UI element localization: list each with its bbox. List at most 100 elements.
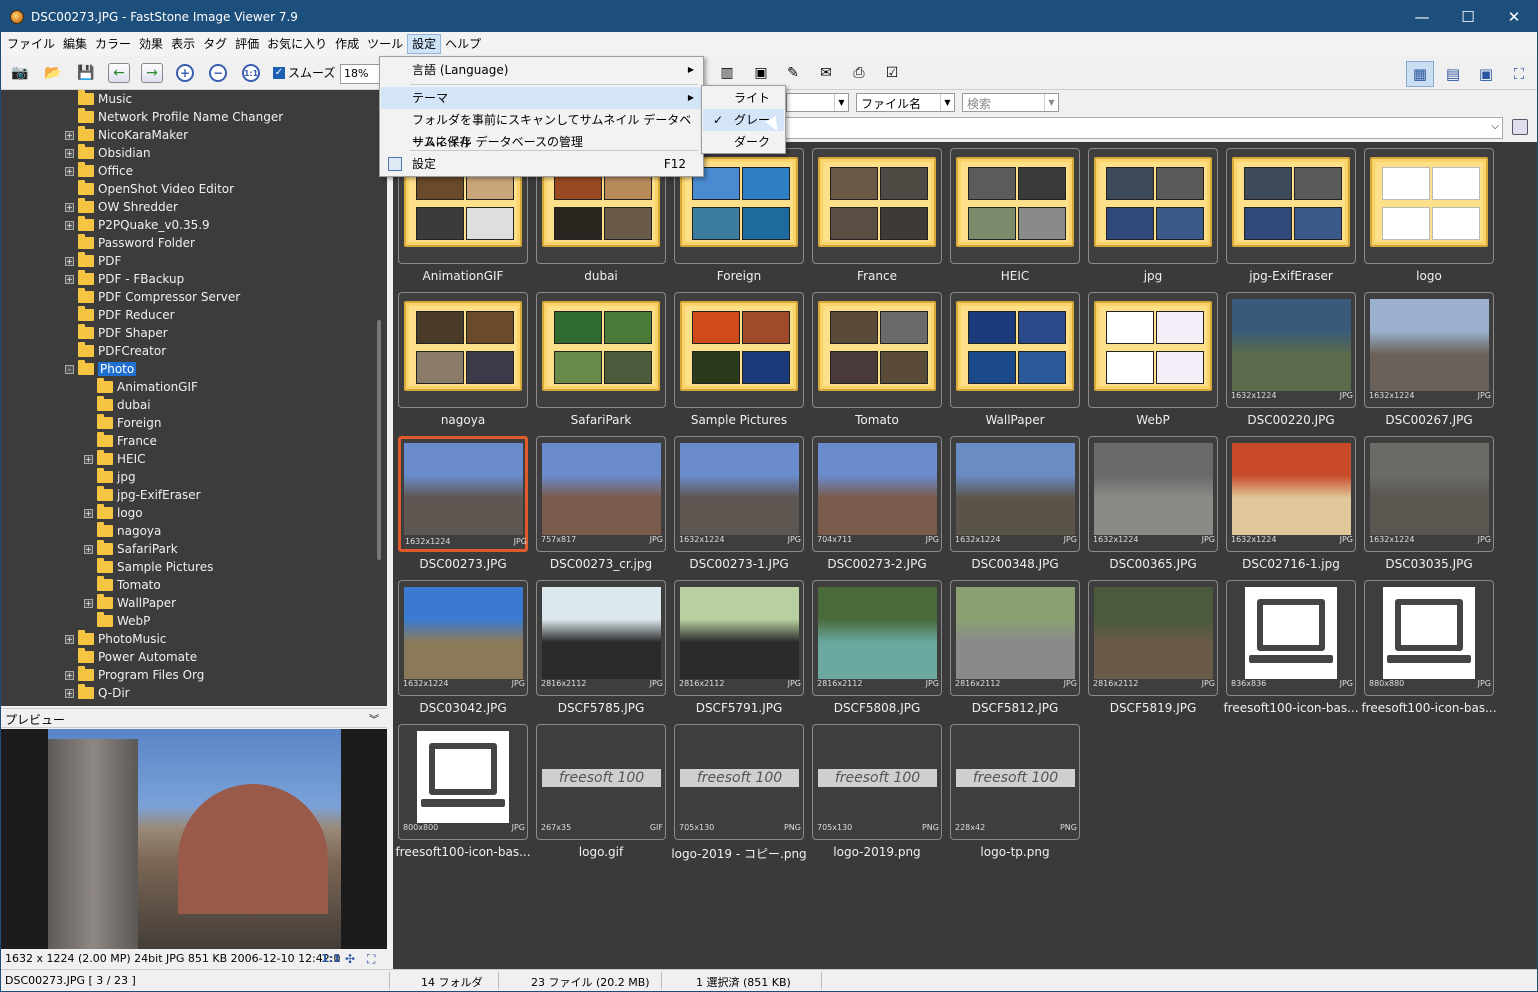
menu-11[interactable]: ヘルプ <box>441 34 485 54</box>
tree-item-obsidian[interactable]: + Obsidian <box>65 144 151 162</box>
thumbnail-frame[interactable] <box>1088 148 1218 264</box>
thumbnail-frame[interactable] <box>536 292 666 408</box>
thumbnail-frame[interactable]: 2816x2112 JPG <box>812 580 942 696</box>
menu-1[interactable]: 編集 <box>59 34 91 54</box>
menu-3[interactable]: 効果 <box>135 34 167 54</box>
expander-icon[interactable]: + <box>84 544 93 554</box>
slideshow-icon[interactable]: ▣ <box>750 63 772 83</box>
tree-item-pdf[interactable]: + PDF <box>65 252 121 270</box>
thumbnail-item[interactable]: 800x800 JPG freesoft100-icon-bas... <box>395 724 536 868</box>
tree-item-dubai[interactable]: dubai <box>84 396 151 414</box>
open-folder-icon[interactable]: 📂 <box>42 63 64 83</box>
thumbnail-frame[interactable]: 1632x1224 JPG <box>1364 292 1494 408</box>
thumbnail-frame[interactable]: 1632x1224 JPG <box>398 436 528 552</box>
thumbnail-item[interactable]: 2816x2112 JPG DSCF5791.JPG <box>674 580 812 724</box>
expander-icon[interactable]: - <box>65 364 74 374</box>
zoom-in-icon[interactable]: + <box>176 64 194 82</box>
close-button[interactable]: ✕ <box>1491 1 1537 32</box>
thumbnail-item[interactable]: 2816x2112 JPG DSCF5785.JPG <box>536 580 674 724</box>
minimize-button[interactable]: — <box>1399 1 1445 32</box>
tree-item-logo[interactable]: + logo <box>84 504 143 522</box>
tree-item-nicokaramaker[interactable]: + NicoKaraMaker <box>65 126 188 144</box>
thumbnail-frame[interactable]: 2816x2112 JPG <box>536 580 666 696</box>
thumbnail-item[interactable]: freesoft 100 705x130 PNG logo-2019.png <box>812 724 950 868</box>
thumbnail-frame[interactable]: 2816x2112 JPG <box>674 580 804 696</box>
thumbnail-item[interactable]: jpg <box>1088 148 1226 292</box>
sort-dropdown[interactable]: ファイル名 ▼ <box>856 93 955 112</box>
thumbnail-item[interactable]: WallPaper <box>950 292 1088 436</box>
thumbnail-item[interactable]: 2816x2112 JPG DSCF5808.JPG <box>812 580 950 724</box>
thumbnail-frame[interactable]: 880x880 JPG <box>1364 580 1494 696</box>
tree-item-tomato[interactable]: Tomato <box>84 576 161 594</box>
thumbnail-frame[interactable]: freesoft 100 705x130 PNG <box>812 724 942 840</box>
expander-icon[interactable]: + <box>65 256 74 266</box>
menu-8[interactable]: 作成 <box>331 34 363 54</box>
thumbnail-item[interactable]: 757x817 JPG DSC00273_cr.jpg <box>536 436 674 580</box>
thumbnail-item[interactable]: 1632x1224 JPG DSC03035.JPG <box>1364 436 1502 580</box>
path-combobox[interactable]: ⌵ <box>785 117 1503 139</box>
thumbnail-frame[interactable] <box>1088 292 1218 408</box>
thumbnail-item[interactable]: Tomato <box>812 292 950 436</box>
expander-icon[interactable]: + <box>65 220 74 230</box>
tree-item-openshot-video-editor[interactable]: OpenShot Video Editor <box>65 180 234 198</box>
settings-menu-item-2[interactable]: フォルダを事前にスキャンしてサムネイル データベースに保存 <box>381 109 702 149</box>
thumbnail-frame[interactable]: 757x817 JPG <box>536 436 666 552</box>
thumbnail-frame[interactable]: 1632x1224 JPG <box>674 436 804 552</box>
tree-item-pdfcreator[interactable]: PDFCreator <box>65 342 166 360</box>
thumbnail-item[interactable]: logo <box>1364 148 1502 292</box>
thumbnail-item[interactable]: nagoya <box>398 292 536 436</box>
thumbnail-item[interactable]: 2816x2112 JPG DSCF5812.JPG <box>950 580 1088 724</box>
thumbnail-frame[interactable] <box>1226 148 1356 264</box>
expander-icon[interactable]: + <box>84 598 93 608</box>
tree-item-q-dir[interactable]: + Q-Dir <box>65 684 130 702</box>
menu-5[interactable]: タグ <box>199 34 231 54</box>
draw-icon[interactable]: ✎ <box>782 63 804 83</box>
tree-item-webp[interactable]: WebP <box>84 612 150 630</box>
thumbnail-item[interactable]: 1632x1224 JPG DSC00348.JPG <box>950 436 1088 580</box>
tree-item-heic[interactable]: + HEIC <box>84 450 146 468</box>
expander-icon[interactable]: + <box>65 130 74 140</box>
collapse-chevron-icon[interactable]: ︾ <box>369 711 379 726</box>
tree-item-photomusic[interactable]: + PhotoMusic <box>65 630 166 648</box>
expander-icon[interactable]: + <box>65 670 74 680</box>
thumbnail-frame[interactable]: 2816x2112 JPG <box>1088 580 1218 696</box>
thumbnail-frame[interactable]: 1632x1224 JPG <box>398 580 528 696</box>
thumbnail-frame[interactable]: freesoft 100 705x130 PNG <box>674 724 804 840</box>
layout-thumbnails-icon[interactable]: ▦ <box>1406 61 1434 87</box>
tree-item-p2pquake-v0-35-9[interactable]: + P2PQuake_v0.35.9 <box>65 216 210 234</box>
thumbnail-item[interactable]: Sample Pictures <box>674 292 812 436</box>
menu-0[interactable]: ファイル <box>3 34 59 54</box>
tree-item-pdf-shaper[interactable]: PDF Shaper <box>65 324 168 342</box>
thumbnail-frame[interactable] <box>1364 148 1494 264</box>
thumbnail-frame[interactable]: 1632x1224 JPG <box>1226 436 1356 552</box>
tree-item-animationgif[interactable]: AnimationGIF <box>84 378 198 396</box>
tree-item-pdf-fbackup[interactable]: + PDF - FBackup <box>65 270 184 288</box>
thumbnail-frame[interactable]: 1632x1224 JPG <box>1364 436 1494 552</box>
tree-item-music[interactable]: Music <box>65 90 132 108</box>
maximize-button[interactable]: ☐ <box>1445 1 1491 32</box>
thumbnail-item[interactable]: 2816x2112 JPG DSCF5819.JPG <box>1088 580 1226 724</box>
fullscreen-icon[interactable]: ⛶ <box>1505 61 1533 87</box>
print-icon[interactable]: ⎙ <box>848 63 870 83</box>
tree-scrollbar[interactable] <box>377 320 381 560</box>
layout-preview-icon[interactable]: ▣ <box>1472 61 1500 87</box>
expander-icon[interactable]: + <box>84 508 93 518</box>
thumbnail-frame[interactable]: 704x711 JPG <box>812 436 942 552</box>
thumbnail-item[interactable]: 704x711 JPG DSC00273-2.JPG <box>812 436 950 580</box>
thumbnail-item[interactable]: freesoft 100 705x130 PNG logo-2019 - コピー.pn… <box>671 724 812 868</box>
tree-item-office[interactable]: + Office <box>65 162 133 180</box>
tree-item-wallpaper[interactable]: + WallPaper <box>84 594 176 612</box>
tree-item-pdf-compressor-server[interactable]: PDF Compressor Server <box>65 288 240 306</box>
thumbnail-frame[interactable] <box>674 292 804 408</box>
thumbnail-frame[interactable]: freesoft 100 267x35 GIF <box>536 724 666 840</box>
filter-dropdown[interactable]: ▼ <box>786 93 849 112</box>
menu-4[interactable]: 表示 <box>167 34 199 54</box>
thumbnail-item[interactable]: 1632x1224 JPG DSC02716-1.jpg <box>1226 436 1364 580</box>
tree-item-password-folder[interactable]: Password Folder <box>65 234 195 252</box>
menu-7[interactable]: お気に入り <box>263 34 331 54</box>
settings-menu-item-0[interactable]: 言語 (Language) ▶ <box>381 59 702 81</box>
expander-icon[interactable]: + <box>65 202 74 212</box>
ratio-button[interactable]: 1:1 <box>321 952 341 965</box>
layout-list-icon[interactable]: ▤ <box>1439 61 1467 87</box>
expander-icon[interactable]: + <box>65 634 74 644</box>
